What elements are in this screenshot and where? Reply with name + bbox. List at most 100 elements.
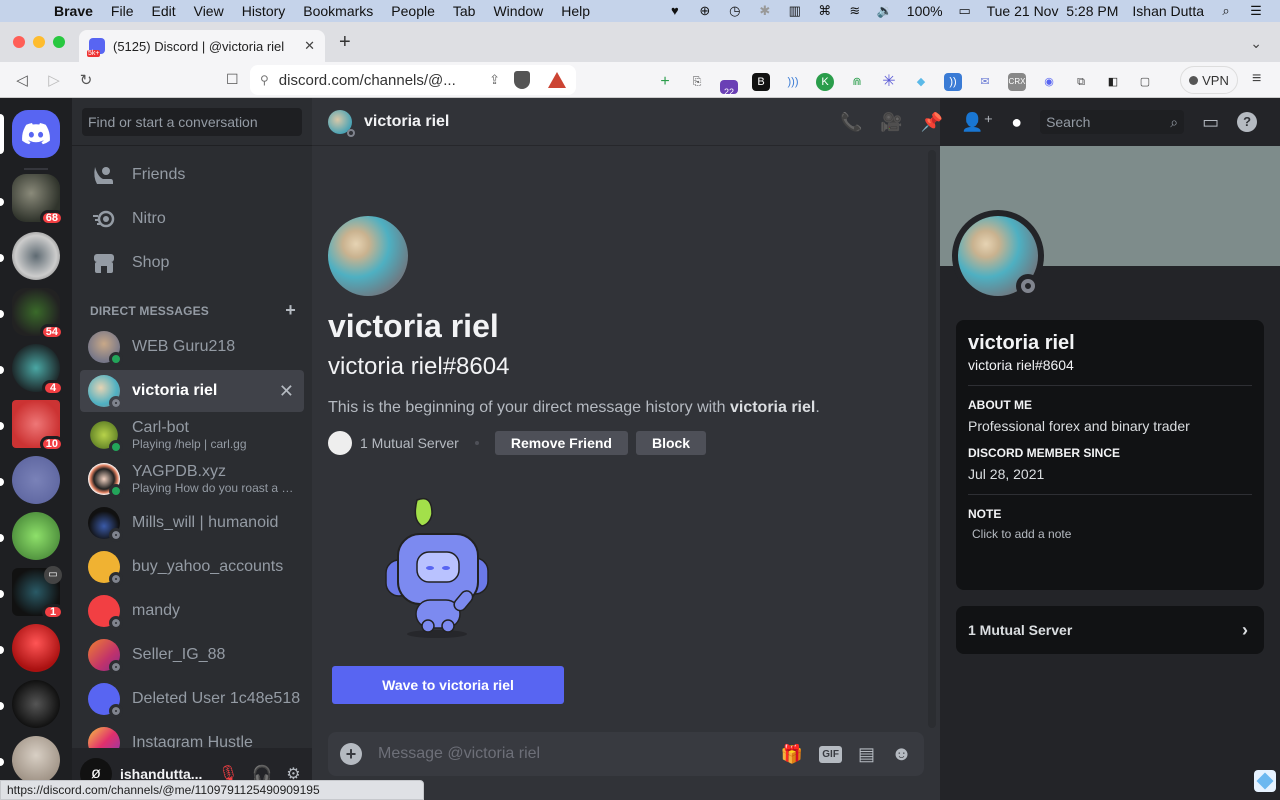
block-button[interactable]: Block: [635, 431, 707, 455]
bluetooth-icon[interactable]: ✱: [757, 4, 773, 18]
note-input[interactable]: Click to add a note: [968, 527, 1252, 541]
extension-m-icon[interactable]: ⋒: [848, 73, 866, 91]
help-icon[interactable]: ?: [1237, 112, 1258, 132]
dm-item[interactable]: Carl-bot Playing /help | carl.gg: [80, 414, 304, 456]
server-icon[interactable]: NEW: [8, 736, 64, 798]
server-icon[interactable]: [12, 624, 60, 672]
control-center-icon[interactable]: ☰: [1248, 4, 1264, 18]
extension-copy-icon[interactable]: ⎘: [688, 73, 706, 91]
extension-k-icon[interactable]: K: [816, 73, 834, 91]
header-avatar[interactable]: [328, 109, 355, 137]
profile-avatar[interactable]: [952, 210, 1044, 302]
maximize-window-button[interactable]: [53, 36, 65, 48]
server-icon[interactable]: [12, 232, 60, 280]
extension-floating-icon[interactable]: [1254, 770, 1276, 792]
mutual-server-icon[interactable]: [328, 431, 352, 455]
browser-tab-discord[interactable]: (5125) Discord | @victoria riel ✕: [79, 30, 325, 62]
extension-asterisk-icon[interactable]: ✳: [880, 73, 898, 91]
memory-icon[interactable]: ▥: [787, 4, 803, 18]
vpn-button[interactable]: VPN: [1180, 66, 1238, 94]
extension-diamond-icon[interactable]: ◆: [912, 73, 930, 91]
accessibility-icon[interactable]: ⊕: [697, 4, 713, 18]
wifi-icon[interactable]: ≋: [847, 4, 863, 18]
dm-item[interactable]: WEB Guru218: [80, 326, 304, 368]
video-call-icon[interactable]: 🎥: [880, 112, 902, 133]
battery-icon[interactable]: ▭: [957, 4, 973, 18]
menu-tab[interactable]: Tab: [453, 3, 476, 19]
chat-search-input[interactable]: Search ⌕: [1040, 110, 1185, 134]
remove-friend-button[interactable]: Remove Friend: [494, 431, 628, 455]
extension-crx-icon[interactable]: CRX: [1008, 73, 1026, 91]
url-text[interactable]: discord.com/channels/@...: [279, 72, 489, 89]
sidebar-toggle-icon[interactable]: ◧: [1104, 73, 1122, 91]
server-icon[interactable]: 54: [12, 288, 64, 340]
dm-item[interactable]: mandy: [80, 590, 304, 632]
menu-bookmarks[interactable]: Bookmarks: [303, 3, 373, 19]
dm-item[interactable]: buy_yahoo_accounts: [80, 546, 304, 588]
dm-item[interactable]: Seller_IG_88: [80, 634, 304, 676]
server-icon[interactable]: [12, 456, 60, 504]
server-icon[interactable]: 10: [12, 400, 64, 452]
user-name[interactable]: Ishan Dutta: [1132, 3, 1204, 19]
new-tab-button[interactable]: +: [339, 31, 351, 54]
server-icon[interactable]: 4: [12, 344, 64, 396]
brave-shields-icon[interactable]: [514, 71, 530, 89]
site-settings-icon[interactable]: ⚲: [260, 73, 269, 87]
extension-plus-icon[interactable]: +: [656, 73, 674, 91]
direct-messages-home-button[interactable]: [12, 110, 60, 158]
back-button[interactable]: ◁: [6, 71, 38, 89]
dm-item-active[interactable]: victoria riel ✕: [80, 370, 304, 412]
brave-rewards-icon[interactable]: [548, 72, 566, 88]
close-tab-icon[interactable]: ✕: [304, 38, 315, 54]
menu-help[interactable]: Help: [561, 3, 590, 19]
tab-search-chevron-icon[interactable]: ⌄: [1250, 35, 1262, 52]
keyboard-icon[interactable]: ⌘: [817, 4, 833, 18]
wave-button[interactable]: Wave to victoria riel: [332, 666, 564, 704]
extension-badge-icon[interactable]: 22: [720, 80, 738, 97]
reload-button[interactable]: ↻: [70, 71, 102, 89]
nav-shop[interactable]: Shop: [80, 242, 304, 284]
dm-item[interactable]: YAGPDB.xyz Playing How do you roast a du.…: [80, 458, 304, 500]
extensions-puzzle-icon[interactable]: ⧉: [1072, 73, 1090, 91]
extension-blue-icon[interactable]: )): [944, 73, 962, 91]
extension-wave-icon[interactable]: ))): [784, 73, 802, 91]
gift-icon[interactable]: 🎁: [781, 744, 803, 765]
menu-file[interactable]: File: [111, 3, 134, 19]
dm-item[interactable]: Mills_will | humanoid: [80, 502, 304, 544]
volume-icon[interactable]: 🔉: [877, 4, 893, 18]
close-window-button[interactable]: [13, 36, 25, 48]
attach-plus-icon[interactable]: +: [340, 743, 362, 765]
inbox-icon[interactable]: ▭: [1202, 112, 1219, 133]
forward-button[interactable]: ▷: [38, 71, 70, 89]
time-machine-icon[interactable]: ◷: [727, 4, 743, 18]
vpn-status-icon[interactable]: ♥: [667, 4, 683, 18]
nav-nitro[interactable]: Nitro: [80, 198, 304, 240]
find-conversation-input[interactable]: Find or start a conversation: [82, 108, 302, 136]
menu-window[interactable]: Window: [493, 3, 543, 19]
menu-view[interactable]: View: [194, 3, 224, 19]
spotlight-search-icon[interactable]: ⌕: [1218, 4, 1234, 18]
gif-picker-button[interactable]: GIF: [819, 745, 842, 763]
bookmark-icon[interactable]: ☐: [226, 71, 239, 88]
clock[interactable]: Tue 21 Nov 5:28 PM: [987, 3, 1119, 19]
message-input[interactable]: Message @victoria riel: [378, 745, 781, 763]
add-friends-to-dm-icon[interactable]: 👤⁺: [961, 112, 993, 133]
extension-discord-icon[interactable]: ◉: [1040, 73, 1058, 91]
sticker-icon[interactable]: ▤: [858, 744, 875, 765]
server-icon[interactable]: 1 ▭: [12, 566, 64, 620]
mutual-servers-button[interactable]: 1 Mutual Server ›: [956, 606, 1264, 654]
mutual-servers-link[interactable]: 1 Mutual Server: [360, 435, 459, 451]
minimize-window-button[interactable]: [33, 36, 45, 48]
pinned-messages-icon[interactable]: 📌: [921, 112, 943, 133]
server-icon[interactable]: 68: [12, 174, 64, 226]
menu-app-name[interactable]: Brave: [54, 3, 93, 19]
extension-b-icon[interactable]: B: [752, 73, 770, 91]
create-dm-plus-icon[interactable]: +: [285, 301, 296, 319]
menu-people[interactable]: People: [391, 3, 435, 19]
chat-scrollbar[interactable]: [928, 150, 936, 728]
address-bar[interactable]: ⚲ discord.com/channels/@... ⇪: [250, 65, 576, 95]
nav-friends[interactable]: Friends: [80, 154, 304, 196]
voice-call-icon[interactable]: 📞: [840, 112, 862, 133]
server-icon[interactable]: [12, 512, 60, 560]
share-icon[interactable]: ⇪: [489, 72, 500, 88]
